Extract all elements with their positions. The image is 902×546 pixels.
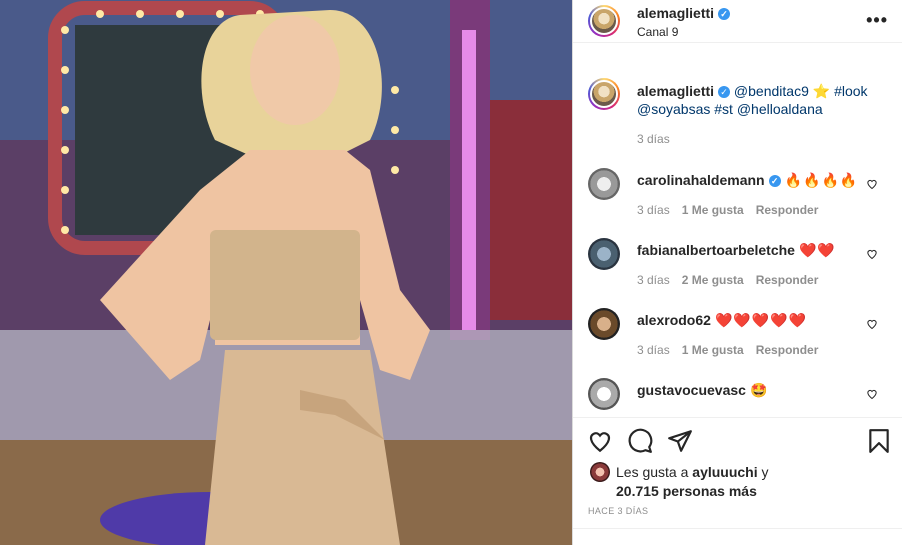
post-header: alemaglietti ✓ Canal 9 ••• xyxy=(573,0,902,43)
liker-username[interactable]: ayluuuchi xyxy=(692,464,757,480)
share-icon[interactable] xyxy=(667,428,693,454)
more-icon[interactable]: ••• xyxy=(866,10,888,31)
comment-avatar[interactable] xyxy=(588,168,620,200)
comment-avatar[interactable] xyxy=(588,308,620,340)
verified-icon: ✓ xyxy=(718,8,731,20)
caption-mention[interactable]: @helloaldana xyxy=(737,101,823,117)
verified-icon: ✓ xyxy=(768,175,781,187)
post-photo[interactable] xyxy=(0,0,572,545)
heart-icon[interactable] xyxy=(587,428,613,454)
caption-mention[interactable]: @benditac9 xyxy=(734,83,809,99)
comment-time: 3 días xyxy=(637,343,670,357)
likes-count[interactable]: 20.715 personas más xyxy=(616,483,757,499)
comment-text: ❤️❤️❤️❤️❤️ xyxy=(714,312,808,328)
comment-text: ❤️❤️ xyxy=(798,242,836,258)
comment-meta: 3 días 1 Me gusta Responder xyxy=(637,203,818,217)
caption-hashtag[interactable]: #look xyxy=(834,83,867,99)
post-caption: alemaglietti ✓ @benditac9 ⭐ #look @soyabs… xyxy=(637,82,887,118)
add-comment-bar[interactable] xyxy=(573,528,902,546)
like-comment-icon[interactable] xyxy=(866,248,878,260)
comment-username: alexrodo62 ❤️❤️❤️❤️❤️ xyxy=(637,312,807,329)
likes-prefix: Les gusta a xyxy=(616,464,689,480)
caption-star: ⭐ xyxy=(812,83,831,99)
like-comment-icon[interactable] xyxy=(866,318,878,330)
photo-illustration xyxy=(0,0,572,545)
comment-likes[interactable]: 1 Me gusta xyxy=(682,203,744,217)
comment-likes[interactable]: 1 Me gusta xyxy=(682,343,744,357)
reply-button[interactable]: Responder xyxy=(756,273,819,287)
comment-text: 🔥🔥🔥🔥 xyxy=(784,172,859,188)
comment-likes[interactable]: 2 Me gusta xyxy=(682,273,744,287)
comment-time: 3 días xyxy=(637,203,670,217)
comment-username: fabianalbertoarbeletche ❤️❤️ xyxy=(637,242,836,259)
comment-icon[interactable] xyxy=(627,428,653,454)
comment-username: carolinahaldemann ✓ 🔥🔥🔥🔥 xyxy=(637,172,858,189)
caption-username[interactable]: alemaglietti xyxy=(637,83,714,99)
comment-text: 🤩 xyxy=(749,382,769,398)
likes-summary: Les gusta a ayluuuchi y 20.715 personas … xyxy=(616,463,769,501)
verified-icon: ✓ xyxy=(718,86,731,98)
reply-button[interactable]: Responder xyxy=(756,203,819,217)
post-side-panel: alemaglietti ✓ Canal 9 ••• alemaglietti ✓ … xyxy=(573,0,902,545)
comment-username-text[interactable]: carolinahaldemann xyxy=(637,172,765,188)
comment-username-text[interactable]: fabianalbertoarbeletche xyxy=(637,242,795,258)
comment-avatar[interactable] xyxy=(588,238,620,270)
caption-mention[interactable]: @soyabsas xyxy=(637,101,710,117)
caption-time: 3 días xyxy=(637,132,670,146)
comment-username-text[interactable]: gustavocuevasc xyxy=(637,382,746,398)
comment-time: 3 días xyxy=(637,273,670,287)
comment-username: gustavocuevasc 🤩 xyxy=(637,382,768,399)
post-timestamp[interactable]: HACE 3 DÍAS xyxy=(588,506,648,516)
author-username[interactable]: alemaglietti ✓ xyxy=(637,5,731,21)
likes-joiner: y xyxy=(761,464,769,480)
author-username-text[interactable]: alemaglietti xyxy=(637,5,714,21)
bookmark-icon[interactable] xyxy=(866,428,892,454)
like-comment-icon[interactable] xyxy=(866,388,878,400)
reply-button[interactable]: Responder xyxy=(756,343,819,357)
like-comment-icon[interactable] xyxy=(866,178,878,190)
post-location[interactable]: Canal 9 xyxy=(637,25,678,39)
caption-avatar[interactable] xyxy=(588,78,620,110)
author-avatar[interactable] xyxy=(588,5,620,37)
instagram-post-view: alemaglietti ✓ Canal 9 ••• alemaglietti ✓ … xyxy=(0,0,902,545)
comment-meta: 3 días 2 Me gusta Responder xyxy=(637,273,818,287)
comment-username-text[interactable]: alexrodo62 xyxy=(637,312,711,328)
comment-avatar[interactable] xyxy=(588,378,620,410)
comment-meta: 3 días 1 Me gusta Responder xyxy=(637,343,818,357)
caption-hashtag[interactable]: #st xyxy=(714,101,733,117)
liker-avatar[interactable] xyxy=(590,462,610,482)
